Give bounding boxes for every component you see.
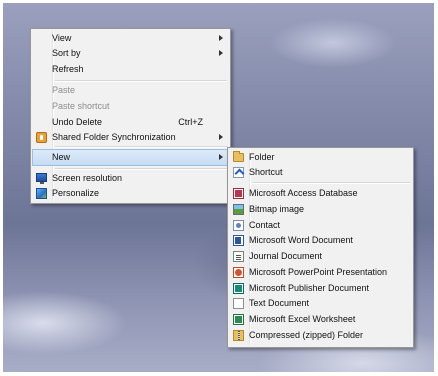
personalize-icon	[36, 188, 47, 199]
menu-item-label: New	[52, 152, 71, 162]
new-item-journal-document[interactable]: Journal Document	[230, 249, 411, 264]
menu-separator	[55, 146, 227, 148]
submenu-arrow-icon	[219, 35, 223, 41]
new-item-folder[interactable]: Folder	[230, 150, 411, 165]
monitor-icon	[36, 173, 47, 184]
new-item-publisher-document[interactable]: Microsoft Publisher Document	[230, 281, 411, 296]
new-item-excel-worksheet[interactable]: Microsoft Excel Worksheet	[230, 312, 411, 327]
new-item-zipped-folder[interactable]: Compressed (zipped) Folder	[230, 328, 411, 343]
menu-item-personalize[interactable]: Personalize	[33, 186, 228, 201]
publisher-icon	[233, 283, 244, 294]
new-item-access-database[interactable]: Microsoft Access Database	[230, 186, 411, 201]
powerpoint-icon	[233, 267, 244, 278]
menu-item-label: Journal Document	[249, 251, 323, 261]
menu-item-new[interactable]: New	[32, 149, 229, 166]
submenu-arrow-icon	[219, 134, 223, 140]
new-submenu: Folder Shortcut Microsoft Access Databas…	[227, 147, 414, 348]
menu-item-label: Personalize	[52, 188, 100, 198]
new-item-bitmap-image[interactable]: Bitmap image	[230, 202, 411, 217]
menu-item-paste-shortcut[interactable]: Paste shortcut	[33, 99, 228, 114]
menu-item-label: Paste	[52, 85, 76, 95]
menu-item-label: Microsoft Word Document	[249, 235, 353, 245]
zip-folder-icon	[233, 330, 244, 341]
word-icon	[233, 235, 244, 246]
menu-item-label: Text Document	[249, 298, 310, 308]
menu-item-label: Sort by	[52, 48, 81, 58]
menu-item-shortcut: Ctrl+Z	[178, 117, 203, 127]
menu-item-label: Bitmap image	[249, 204, 305, 214]
menu-item-view[interactable]: View	[33, 31, 228, 46]
menu-item-undo-delete[interactable]: Undo Delete Ctrl+Z	[33, 115, 228, 130]
sync-icon	[36, 132, 47, 143]
menu-item-label: Shared Folder Synchronization	[52, 132, 176, 142]
menu-item-label: Microsoft Excel Worksheet	[249, 314, 356, 324]
menu-item-label: Refresh	[52, 64, 84, 74]
menu-item-label: Shortcut	[249, 167, 283, 177]
bitmap-icon	[233, 204, 244, 215]
menu-item-refresh[interactable]: Refresh	[33, 62, 228, 77]
submenu-arrow-icon	[219, 154, 223, 160]
menu-item-sort-by[interactable]: Sort by	[33, 46, 228, 61]
excel-icon	[233, 314, 244, 325]
menu-item-label: Microsoft PowerPoint Presentation	[249, 267, 388, 277]
menu-item-label: Screen resolution	[52, 173, 123, 183]
menu-item-label: Paste shortcut	[52, 101, 110, 111]
menu-item-label: Microsoft Publisher Document	[249, 283, 370, 293]
menu-separator	[55, 80, 227, 82]
menu-item-label: Undo Delete	[52, 117, 103, 127]
folder-icon	[233, 151, 244, 162]
journal-icon	[233, 251, 244, 262]
new-item-shortcut[interactable]: Shortcut	[230, 165, 411, 180]
text-document-icon	[233, 298, 244, 309]
access-icon	[233, 188, 244, 199]
menu-item-paste[interactable]: Paste	[33, 83, 228, 98]
desktop-context-menu: View Sort by Refresh Paste Paste shortcu…	[30, 28, 231, 204]
menu-item-label: Folder	[249, 152, 275, 162]
new-item-text-document[interactable]: Text Document	[230, 296, 411, 311]
menu-item-label: Microsoft Access Database	[249, 188, 358, 198]
new-item-word-document[interactable]: Microsoft Word Document	[230, 233, 411, 248]
menu-separator	[55, 168, 227, 170]
shortcut-icon	[233, 167, 244, 178]
menu-item-label: Contact	[249, 220, 281, 230]
menu-item-label: View	[52, 33, 72, 43]
menu-item-shared-folder-sync[interactable]: Shared Folder Synchronization	[33, 130, 228, 145]
new-item-powerpoint-presentation[interactable]: Microsoft PowerPoint Presentation	[230, 265, 411, 280]
menu-item-label: Compressed (zipped) Folder	[249, 330, 364, 340]
contact-icon	[233, 220, 244, 231]
submenu-arrow-icon	[219, 50, 223, 56]
new-item-contact[interactable]: Contact	[230, 218, 411, 233]
menu-separator	[252, 182, 410, 184]
menu-item-screen-resolution[interactable]: Screen resolution	[33, 171, 228, 186]
